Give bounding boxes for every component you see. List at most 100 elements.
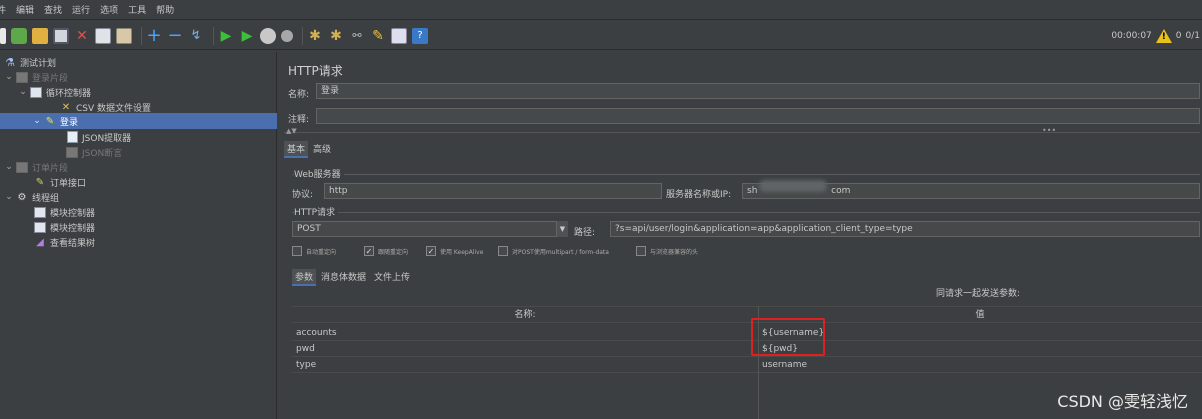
keepalive-checkbox[interactable]: ✓ 使用 KeepAlive [426, 246, 483, 256]
flask-icon: ⚗ [5, 55, 15, 69]
chevron-down-icon[interactable]: ⌄ [18, 87, 28, 97]
stop-icon[interactable] [260, 27, 276, 44]
warning-icon[interactable]: ! [1155, 29, 1172, 43]
parameter-tabs: 参数 消息体数据 文件上传 [292, 269, 413, 286]
clear-icon[interactable]: ✱ [307, 28, 323, 44]
menu-options[interactable]: 选项 [100, 3, 118, 16]
save-icon[interactable] [53, 27, 69, 44]
chevron-down-icon[interactable]: ⌄ [32, 116, 42, 126]
function-helper-icon[interactable] [391, 27, 407, 44]
copy-icon[interactable] [95, 27, 111, 44]
method-select[interactable]: POST [292, 221, 568, 237]
splitter[interactable] [284, 132, 1200, 133]
path-field[interactable]: ?s=api/user/login&application=app&applic… [610, 221, 1200, 237]
tree-item-loop-controller[interactable]: ⌄ 循环控制器 [18, 84, 274, 100]
tab-file-upload[interactable]: 文件上传 [371, 269, 413, 286]
tab-basic[interactable]: 基本 [284, 141, 309, 158]
tab-body-data[interactable]: 消息体数据 [318, 269, 369, 286]
menu-file[interactable]: 件 [0, 3, 6, 16]
comment-field[interactable] [316, 108, 1200, 124]
checkbox-box[interactable] [498, 246, 508, 256]
reset-search-icon[interactable]: ✎ [370, 28, 386, 44]
results-tree-icon: ◢ [36, 236, 44, 248]
help-icon[interactable]: ? [412, 27, 428, 44]
page-title: HTTP请求 [288, 64, 343, 78]
tree-item-label: 登录片段 [32, 73, 69, 84]
checkbox-box[interactable]: ✓ [364, 246, 374, 256]
table-row[interactable]: pwd ${pwd} [292, 341, 1202, 357]
multipart-checkbox[interactable]: 对POST使用multipart / form-data [498, 246, 609, 256]
tree-item-order-api[interactable]: ✎ 订单接口 [34, 174, 274, 190]
start-no-pause-icon[interactable]: ▶ [239, 28, 255, 44]
loop-controller-icon [30, 86, 42, 98]
checkbox-box[interactable]: ✓ [426, 246, 436, 256]
tree-item-login-fragment[interactable]: ⌄ 登录片段 [4, 69, 274, 85]
json-assertion-icon [66, 146, 78, 158]
checkbox-label: 与浏览器兼容的头 [650, 248, 699, 256]
tab-advanced[interactable]: 高级 [310, 141, 334, 158]
templates-icon[interactable] [11, 27, 27, 44]
chevron-down-icon[interactable]: ⌄ [4, 162, 14, 172]
param-value[interactable]: username [758, 357, 1202, 373]
thread-count: 0/1 [1185, 31, 1200, 41]
auto-redirect-checkbox[interactable]: 自动重定向 [292, 246, 336, 256]
param-name[interactable]: accounts [292, 325, 758, 341]
tree-item-login[interactable]: ⌄ ✎ 登录 [0, 113, 277, 129]
protocol-field[interactable]: http [324, 183, 662, 199]
tree-item-json-extractor[interactable]: JSON提取器 [66, 129, 274, 145]
menu-run[interactable]: 运行 [72, 3, 90, 16]
paste-icon[interactable] [116, 27, 132, 44]
chevron-down-icon[interactable]: ▼ [556, 221, 568, 237]
module-controller-icon [34, 206, 46, 218]
expand-icon[interactable]: + [146, 26, 162, 44]
column-header-name[interactable]: 名称: [292, 307, 758, 324]
shutdown-icon[interactable] [281, 29, 293, 42]
param-name[interactable]: type [292, 357, 758, 373]
follow-redirect-checkbox[interactable]: ✓ 跟随重定向 [364, 246, 408, 256]
clear-all-icon[interactable]: ✱ [328, 28, 344, 44]
chevron-down-icon[interactable]: ⌄ [4, 72, 14, 82]
tree-item-thread-group[interactable]: ⌄ ⚙ 线程组 [4, 189, 274, 205]
checkbox-label: 自动重定向 [306, 248, 337, 256]
warning-count: 0 [1175, 31, 1182, 41]
config-tabs: 基本 高级 [284, 141, 334, 158]
tree-item-label: 循环控制器 [46, 88, 92, 99]
param-name[interactable]: pwd [292, 341, 758, 357]
fragment-icon [16, 71, 28, 83]
collapse-icon[interactable]: − [167, 26, 183, 44]
tree-item-json-assertion[interactable]: JSON断言 [66, 144, 274, 160]
new-plan-icon[interactable] [0, 27, 6, 44]
browser-headers-checkbox[interactable]: 与浏览器兼容的头 [636, 246, 698, 256]
table-row[interactable]: accounts ${username} [292, 325, 1202, 341]
tree-item-results-tree[interactable]: ◢ 查看结果树 [34, 234, 274, 250]
splitter-arrows-icon[interactable]: ▲▼ [286, 127, 297, 135]
server-value-suffix: com [831, 186, 851, 196]
tree-item-order-fragment[interactable]: ⌄ 订单片段 [4, 159, 274, 175]
watermark: CSDN @雯轻浅忆 [1057, 392, 1188, 411]
checkbox-box[interactable] [636, 246, 646, 256]
menu-help[interactable]: 帮助 [156, 3, 174, 16]
splitter-grip-icon[interactable]: ••• [1042, 126, 1056, 135]
comment-label: 注释: [288, 115, 310, 125]
menu-search[interactable]: 查找 [44, 3, 62, 16]
toolbar-separator [213, 26, 214, 45]
open-icon[interactable] [32, 27, 48, 44]
tab-parameters[interactable]: 参数 [292, 269, 317, 286]
name-field[interactable]: 登录 [316, 83, 1200, 99]
checkbox-box[interactable] [292, 246, 302, 256]
menu-tools[interactable]: 工具 [128, 3, 146, 16]
cut-icon[interactable]: ✕ [74, 28, 90, 44]
tree-item-label: 模块控制器 [50, 223, 96, 234]
menu-bar: 件 编辑 查找 运行 选项 工具 帮助 [0, 0, 1202, 20]
search-icon[interactable]: ⚯ [349, 28, 365, 44]
thread-group-icon: ⚙ [17, 191, 27, 203]
chevron-down-icon[interactable]: ⌄ [4, 192, 14, 202]
tree-item-test-plan[interactable]: ⚗ 测试计划 [4, 54, 274, 70]
menu-edit[interactable]: 编辑 [16, 3, 34, 16]
toggle-icon[interactable]: ↯ [188, 28, 204, 44]
tree-item-module-controller[interactable]: 模块控制器 [34, 204, 274, 220]
table-row[interactable]: type username [292, 357, 1202, 373]
start-icon[interactable]: ▶ [218, 28, 234, 44]
toolbar: ✕ + − ↯ ▶ ▶ ✱ ✱ ⚯ ✎ ? 00:00:07 ! 0 0/1 [0, 22, 1202, 50]
tree-item-module-controller[interactable]: 模块控制器 [34, 219, 274, 235]
